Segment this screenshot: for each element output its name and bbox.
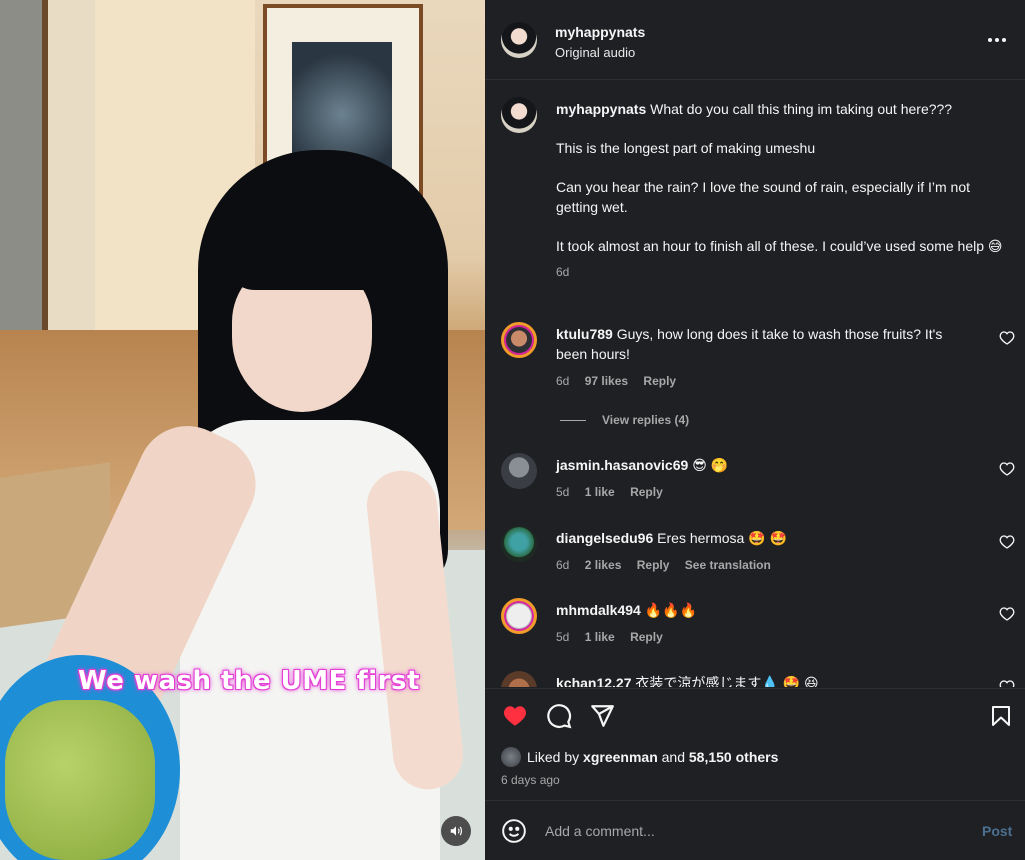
comment-text: 😎 🤭 bbox=[692, 457, 729, 473]
caption-username[interactable]: myhappynats bbox=[556, 101, 646, 117]
liked-by-and: and bbox=[661, 749, 685, 765]
post-button[interactable]: Post bbox=[982, 823, 1012, 839]
video-caption-overlay: We wash the UME first bbox=[78, 666, 420, 696]
like-comment-heart-icon[interactable] bbox=[999, 330, 1015, 346]
like-comment-heart-icon[interactable] bbox=[999, 534, 1015, 550]
comment-likes[interactable]: 2 likes bbox=[585, 558, 622, 572]
reply-button[interactable]: Reply bbox=[637, 558, 670, 572]
comment-age: 6d bbox=[556, 558, 570, 572]
liker-avatar bbox=[501, 747, 521, 767]
bookmark-icon bbox=[992, 706, 1010, 726]
comment-composer: Post bbox=[485, 800, 1025, 860]
more-options-button[interactable] bbox=[985, 28, 1009, 52]
replies-divider bbox=[560, 420, 586, 422]
comment-username[interactable]: diangelsedu96 bbox=[556, 530, 653, 546]
more-horizontal-icon bbox=[988, 38, 1006, 42]
comment-input[interactable] bbox=[545, 819, 945, 843]
comment-username[interactable]: ktulu789 bbox=[556, 326, 613, 342]
liked-by-summary[interactable]: Liked by xgreenman and 58,150 others bbox=[501, 747, 778, 767]
post-panel: myhappynats Original audio myhappynats W… bbox=[485, 0, 1025, 860]
comment-button[interactable] bbox=[545, 702, 573, 730]
view-replies-button[interactable]: View replies (4) bbox=[560, 413, 689, 427]
comment-likes[interactable]: 1 like bbox=[585, 485, 615, 499]
heart-filled-icon bbox=[504, 706, 526, 726]
paper-plane-icon bbox=[591, 705, 614, 727]
comment-likes[interactable]: 97 likes bbox=[585, 374, 628, 388]
reel-video[interactable]: We wash the UME first bbox=[0, 0, 485, 860]
emoji-icon[interactable] bbox=[501, 818, 527, 844]
author-username[interactable]: myhappynats bbox=[555, 24, 645, 40]
post-timestamp: 6 days ago bbox=[501, 773, 560, 787]
like-button[interactable] bbox=[501, 702, 529, 730]
share-button[interactable] bbox=[588, 702, 616, 730]
comment-age: 5d bbox=[556, 485, 570, 499]
like-comment-heart-icon[interactable] bbox=[999, 679, 1015, 687]
author-avatar[interactable] bbox=[501, 97, 537, 133]
comments-list[interactable]: myhappynats What do you call this thing … bbox=[485, 81, 1025, 687]
speaker-icon bbox=[450, 826, 462, 836]
comment-username[interactable]: kchan12.27 bbox=[556, 675, 632, 687]
comment-username[interactable]: mhmdalk494 bbox=[556, 602, 641, 618]
liked-by-label: Liked by bbox=[527, 749, 580, 765]
action-bar: Liked by xgreenman and 58,150 others 6 d… bbox=[485, 688, 1025, 800]
mute-button[interactable] bbox=[441, 816, 471, 846]
caption-line: It took almost an hour to finish all of … bbox=[556, 238, 1003, 254]
reply-button[interactable]: Reply bbox=[630, 630, 663, 644]
commenter-avatar[interactable] bbox=[501, 322, 537, 358]
see-translation-button[interactable]: See translation bbox=[685, 558, 771, 572]
like-comment-heart-icon[interactable] bbox=[999, 461, 1015, 477]
comment-text: Guys, how long does it take to wash thos… bbox=[556, 326, 943, 362]
comment-text: 🔥🔥🔥 bbox=[644, 602, 698, 618]
post-header: myhappynats Original audio bbox=[485, 0, 1025, 80]
save-button[interactable] bbox=[987, 702, 1015, 730]
commenter-avatar[interactable] bbox=[501, 671, 537, 687]
comment-bubble-icon bbox=[547, 704, 572, 729]
caption-line: This is the longest part of making umesh… bbox=[556, 140, 816, 156]
comment-likes[interactable]: 1 like bbox=[585, 630, 615, 644]
view-replies-label: View replies (4) bbox=[602, 413, 690, 427]
comment-text: 衣装で涼が感じます💧 🤩 😆 bbox=[635, 675, 819, 687]
audio-link[interactable]: Original audio bbox=[555, 45, 635, 60]
caption-age: 6d bbox=[556, 265, 570, 279]
ume-fruits bbox=[5, 700, 155, 860]
comment-username[interactable]: jasmin.hasanovic69 bbox=[556, 457, 688, 473]
author-avatar[interactable] bbox=[501, 22, 537, 58]
commenter-avatar[interactable] bbox=[501, 598, 537, 634]
comment-age: 5d bbox=[556, 630, 570, 644]
caption-line: What do you call this thing im taking ou… bbox=[650, 101, 953, 117]
commenter-avatar[interactable] bbox=[501, 526, 537, 562]
commenter-avatar[interactable] bbox=[501, 453, 537, 489]
liked-by-user[interactable]: xgreenman bbox=[583, 749, 658, 765]
caption-line: Can you hear the rain? I love the sound … bbox=[556, 179, 971, 215]
liked-by-others[interactable]: 58,150 others bbox=[689, 749, 779, 765]
reply-button[interactable]: Reply bbox=[643, 374, 676, 388]
like-comment-heart-icon[interactable] bbox=[999, 606, 1015, 622]
reply-button[interactable]: Reply bbox=[630, 485, 663, 499]
comment-age: 6d bbox=[556, 374, 570, 388]
background-window bbox=[0, 0, 48, 380]
comment-text: Eres hermosa 🤩 🤩 bbox=[657, 530, 787, 546]
